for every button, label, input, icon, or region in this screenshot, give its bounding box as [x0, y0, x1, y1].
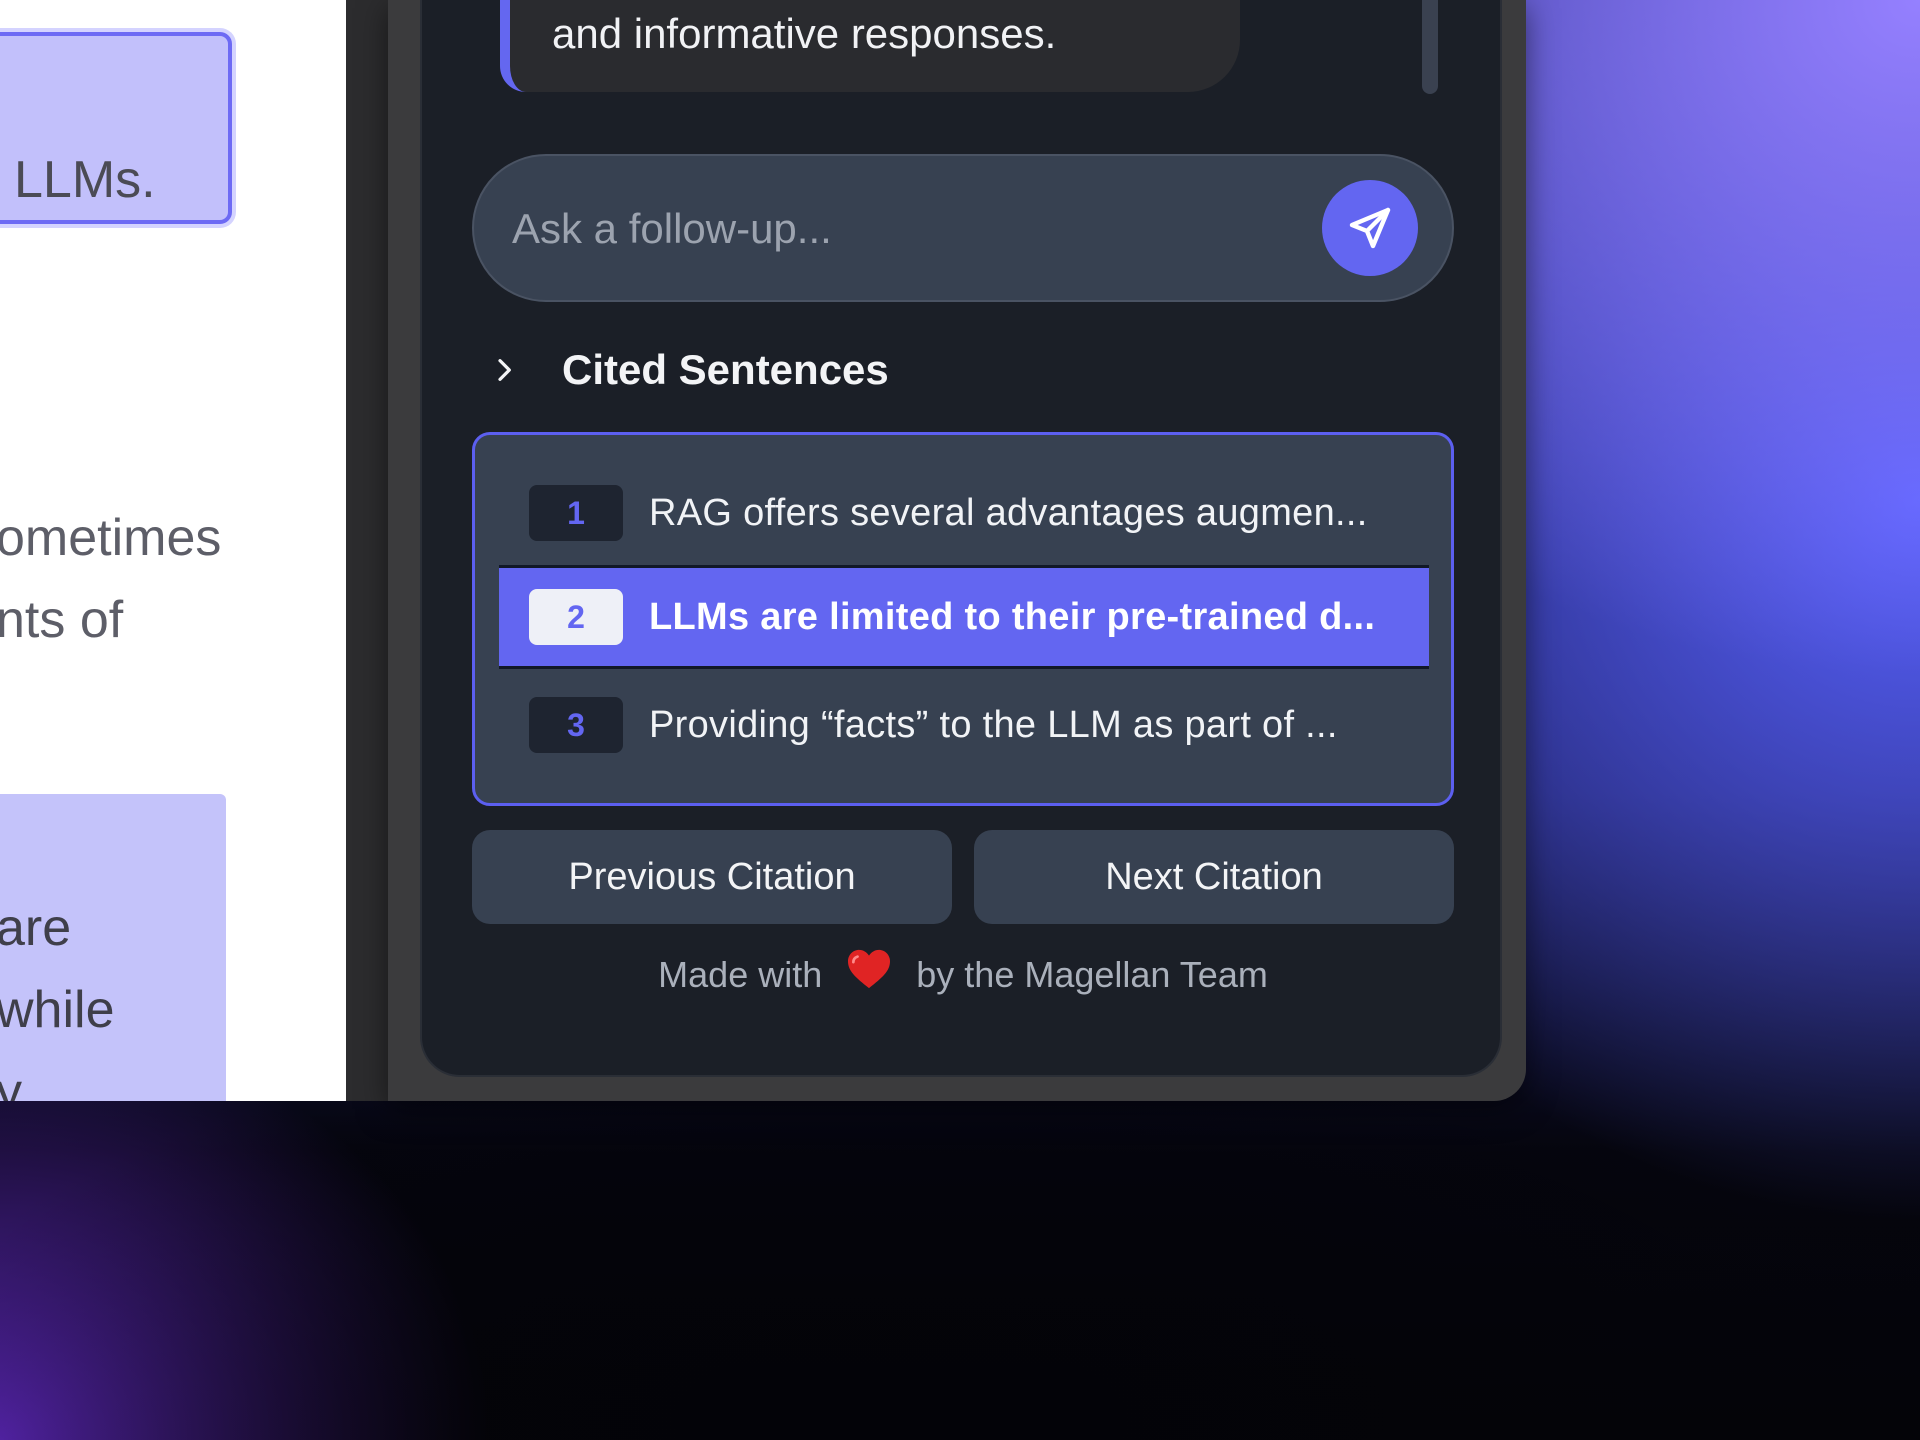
assistant-message-text: and informative responses.: [552, 10, 1057, 57]
send-button[interactable]: [1322, 180, 1418, 276]
window-divider: [346, 0, 388, 1101]
citation-item-active[interactable]: 2 LLMs are limited to their pre-trained …: [499, 565, 1429, 669]
chat-scrollbar[interactable]: [1422, 0, 1438, 94]
chat-panel: and informative responses. Cited Sentenc…: [420, 0, 1502, 1077]
next-citation-button[interactable]: Next Citation: [974, 830, 1454, 924]
footer-prefix: Made with: [658, 954, 823, 996]
citation-text: Providing “facts” to the LLM as part of …: [649, 703, 1338, 746]
extension-window: and informative responses. Cited Sentenc…: [388, 0, 1526, 1101]
citation-item[interactable]: 1 RAG offers several advantages augmen..…: [499, 461, 1429, 565]
document-page: LLMs. ometimes nts of are while y: [0, 0, 346, 1101]
footer-suffix: by the Magellan Team: [916, 954, 1268, 996]
chevron-right-icon: [488, 350, 528, 390]
cited-sentences-toggle[interactable]: Cited Sentences: [488, 340, 889, 400]
citation-number: 3: [529, 697, 623, 753]
highlighted-sentence[interactable]: LLMs.: [0, 32, 232, 224]
document-text-line: y: [0, 1063, 22, 1101]
citation-number: 2: [529, 589, 623, 645]
citation-number: 1: [529, 485, 623, 541]
citation-text: RAG offers several advantages augmen...: [649, 491, 1368, 534]
followup-input[interactable]: [510, 186, 1294, 272]
cited-sentences-list: 1 RAG offers several advantages augmen..…: [472, 432, 1454, 806]
previous-citation-button[interactable]: Previous Citation: [472, 830, 952, 924]
document-text-line: ometimes: [0, 509, 222, 567]
send-icon: [1349, 207, 1391, 249]
citation-text: LLMs are limited to their pre-trained d.…: [649, 595, 1376, 638]
document-text-line: while: [0, 981, 115, 1039]
followup-input-container: [472, 154, 1454, 302]
heart-icon: [846, 948, 892, 999]
highlighted-text: LLMs.: [14, 151, 156, 209]
citation-item[interactable]: 3 Providing “facts” to the LLM as part o…: [499, 673, 1429, 777]
cited-sentences-title: Cited Sentences: [562, 346, 889, 393]
document-text-line: are: [0, 899, 72, 957]
assistant-message-bubble: and informative responses.: [500, 0, 1240, 92]
document-text-line: nts of: [0, 591, 124, 649]
footer: Made with by the Magellan Team: [422, 949, 1504, 1003]
highlighted-sentence[interactable]: are while y: [0, 794, 226, 1101]
